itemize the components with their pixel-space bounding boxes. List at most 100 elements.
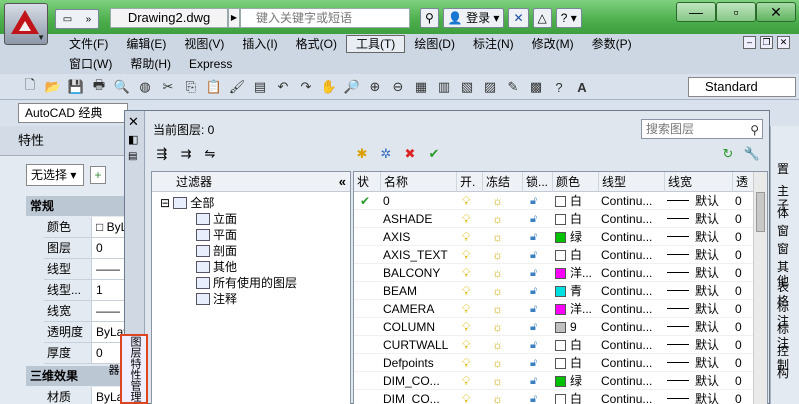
layer-color[interactable]: 绿 [555,372,582,390]
layer-transparency[interactable]: 0 [735,300,742,318]
layer-lineweight[interactable]: 默认 [667,264,719,282]
layer-linetype[interactable]: Continu... [601,246,663,264]
lock-icon[interactable]: 🔓︎ [530,390,537,404]
layer-row[interactable]: CAMERA 💡︎ ☼ 🔓︎ 洋... Continu... 默认 0 [354,300,767,318]
prop-row-transparency[interactable]: 透明度ByLayer [44,322,130,343]
layer-color[interactable]: 白 [555,336,582,354]
menu-window[interactable]: 窗口(W) [60,55,121,73]
on-off-bulb-icon[interactable]: 💡︎ [462,318,470,336]
col-name[interactable]: 名称 [380,172,456,192]
prop-row-material[interactable]: 材质ByLayer [44,387,130,404]
layer-lineweight[interactable]: 默认 [667,318,719,336]
on-off-bulb-icon[interactable]: 💡︎ [462,300,470,318]
layer-transparency[interactable]: 0 [735,192,742,210]
layer-lineweight[interactable]: 默认 [667,372,719,390]
layer-linetype[interactable]: Continu... [601,390,663,404]
layer-lineweight[interactable]: 默认 [667,390,719,404]
freeze-sun-icon[interactable]: ☼ [492,372,503,390]
doc-minimize-button[interactable]: – [743,36,756,49]
layer-row[interactable]: BALCONY 💡︎ ☼ 🔓︎ 洋... Continu... 默认 0 [354,264,767,282]
application-menu-button[interactable]: ▼ [4,3,48,45]
layer-color[interactable]: 洋... [555,300,592,318]
layer-linetype[interactable]: Continu... [601,300,663,318]
workspace-combo[interactable]: AutoCAD 经典 [18,103,128,123]
freeze-sun-icon[interactable]: ☼ [492,390,503,404]
layer-lineweight[interactable]: 默认 [667,228,719,246]
new-file-icon[interactable]: ▭ [63,14,72,25]
maximize-button[interactable]: ▫ [716,2,756,22]
col-status[interactable]: 状 [354,172,380,192]
tree-node-plan[interactable]: 平面 [196,227,237,243]
layer-transparency[interactable]: 0 [735,318,742,336]
sheet-set-icon[interactable]: ▨ [480,77,500,97]
scrollbar-thumb[interactable] [756,192,765,232]
expand-arrows-icon[interactable]: » [86,14,92,25]
close-button[interactable]: ✕ [756,2,796,22]
layer-color[interactable]: 白 [555,210,582,228]
layer-states-manager-icon[interactable]: ⇋ [201,145,219,163]
on-off-bulb-icon[interactable]: 💡︎ [462,246,470,264]
lock-icon[interactable]: 🔓︎ [530,318,537,336]
col-on[interactable]: 开. [456,172,482,192]
layer-name[interactable]: AXIS [383,228,455,246]
palette-tab[interactable]: 窗 [777,224,789,238]
layer-row[interactable]: BEAM 💡︎ ☼ 🔓︎ 青 Continu... 默认 0 [354,282,767,300]
selection-dropdown[interactable]: 无选择 ▾ [26,164,84,186]
vertical-scrollbar[interactable] [753,172,767,404]
new-property-filter-icon[interactable]: ⇶ [153,145,171,163]
match-properties-icon[interactable]: 🖌 [227,77,247,97]
lock-icon[interactable]: 🔓︎ [530,192,537,210]
help-search-input[interactable]: 键入关键字或短语 [240,8,410,28]
menu-file[interactable]: 文件(F) [60,35,117,53]
menu-parametric[interactable]: 参数(P) [583,35,641,53]
col-lock[interactable]: 锁... [522,172,552,192]
layer-transparency[interactable]: 0 [735,246,742,264]
layer-linetype[interactable]: Continu... [601,228,663,246]
on-off-bulb-icon[interactable]: 💡︎ [462,390,470,404]
lock-icon[interactable]: 🔓︎ [530,282,537,300]
layer-row[interactable]: DIM_CO... 💡︎ ☼ 🔓︎ 白 Continu... 默认 0 [354,390,767,404]
layer-color[interactable]: 白 [555,354,582,372]
save-icon[interactable]: 💾 [66,77,86,97]
open-icon[interactable]: 📂 [43,77,63,97]
layer-lineweight[interactable]: 默认 [667,300,719,318]
plot-icon[interactable]: 🖶 [89,77,109,97]
layer-row[interactable]: AXIS_TEXT 💡︎ ☼ 🔓︎ 白 Continu... 默认 0 [354,246,767,264]
layer-name[interactable]: BEAM [383,282,455,300]
exchange-icon[interactable]: ✕ [508,8,529,28]
layer-transparency[interactable]: 0 [735,372,742,390]
layer-transparency[interactable]: 0 [735,390,742,404]
autohide-icon[interactable]: ◧ [128,133,138,146]
lock-icon[interactable]: 🔓︎ [530,264,537,282]
cut-icon[interactable]: ✂ [158,77,178,97]
col-transparency[interactable]: 透 [732,172,754,192]
markup-icon[interactable]: ✎ [503,77,523,97]
layer-linetype[interactable]: Continu... [601,372,663,390]
layer-lineweight[interactable]: 默认 [667,246,719,264]
lock-icon[interactable]: 🔓︎ [530,372,537,390]
publish-icon[interactable]: ◍ [135,77,155,97]
title-expand-arrow[interactable]: ▶ [228,8,240,28]
tree-node-all[interactable]: ⊟ 全部 [160,195,214,211]
set-current-icon[interactable]: ✔ [425,145,443,163]
freeze-sun-icon[interactable]: ☼ [492,210,503,228]
properties-menu-icon[interactable]: ▤ [128,151,137,162]
on-off-bulb-icon[interactable]: 💡︎ [462,210,470,228]
layer-transparency[interactable]: 0 [735,210,742,228]
layer-name[interactable]: AXIS_TEXT [383,246,455,264]
prop-row-linetype[interactable]: 线型 —— [44,259,130,280]
tree-node-section[interactable]: 剖面 [196,243,237,259]
tool-palettes-icon[interactable]: ▧ [457,77,477,97]
layer-linetype[interactable]: Continu... [601,354,663,372]
preview-icon[interactable]: 🔍 [112,77,132,97]
menu-edit[interactable]: 编辑(E) [117,35,175,53]
zoom-window-icon[interactable]: ⊕ [365,77,385,97]
layer-row[interactable]: Defpoints 💡︎ ☼ 🔓︎ 白 Continu... 默认 0 [354,354,767,372]
quick-access-toolbar[interactable]: ▭ » [55,9,99,29]
refresh-icon[interactable]: ↻ [719,145,737,163]
lock-icon[interactable]: 🔓︎ [530,354,537,372]
palette-tab[interactable]: 体 [777,206,789,220]
layer-transparency[interactable]: 0 [735,228,742,246]
calculator-icon[interactable]: ▩ [526,77,546,97]
text-style-combo[interactable]: Standard [688,77,796,97]
